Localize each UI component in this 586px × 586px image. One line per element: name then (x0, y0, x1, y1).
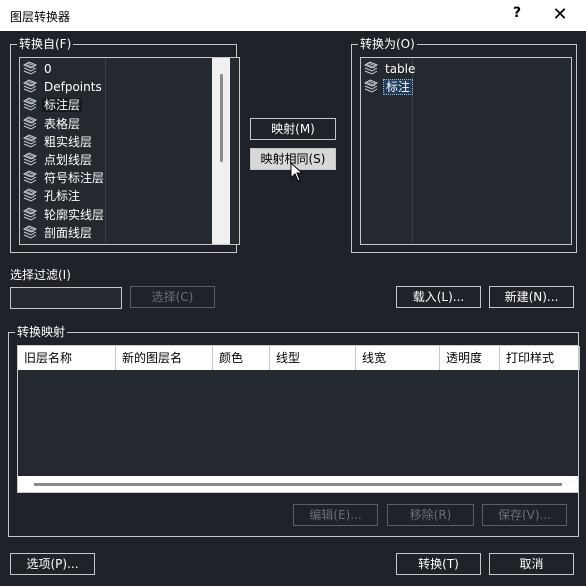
layer-list-item[interactable]: table (363, 60, 417, 78)
layer-stack-icon (22, 61, 38, 75)
layer-list-item[interactable]: 标注 (363, 78, 414, 96)
convert-from-scrollbar[interactable] (212, 58, 230, 244)
layer-name: 孔标注 (44, 189, 81, 204)
title-bar: 图层转换器 ? ✕ (0, 0, 586, 31)
layer-list-item[interactable]: Defpoints (22, 78, 104, 96)
column-header[interactable]: 新的图层名 (116, 346, 213, 370)
layer-list-item[interactable]: 标注层 (22, 96, 83, 114)
layer-list-item[interactable]: 剖面线层 (22, 224, 94, 242)
layer-stack-icon (363, 79, 379, 93)
column-header[interactable]: 打印样式 (500, 346, 580, 370)
layer-name: table (385, 62, 416, 76)
convert-from-group: 转换自(F) 0 Defpoints 标注层表格层粗实线层点划线层符号标注层孔标注轮… (10, 37, 240, 253)
column-header[interactable]: 线宽 (356, 346, 440, 370)
scrollbar-thumb[interactable] (34, 483, 562, 486)
convert-to-list[interactable]: table 标注 (360, 57, 572, 245)
map-button[interactable]: 映射(M) (250, 118, 336, 140)
convert-from-list[interactable]: 0 Defpoints 标注层表格层粗实线层点划线层符号标注层孔标注轮廓实线层剖面线… (19, 57, 240, 245)
layer-list-item[interactable]: 点划线层 (22, 151, 94, 169)
help-icon[interactable]: ? (505, 5, 529, 27)
column-header[interactable]: 透明度 (440, 346, 500, 370)
close-icon[interactable]: ✕ (545, 4, 575, 28)
column-header[interactable]: 旧层名称 (18, 346, 116, 370)
cancel-button[interactable]: 取消 (489, 553, 574, 575)
filter-label: 选择过滤(I) (10, 268, 71, 282)
options-button[interactable]: 选项(P)... (10, 553, 95, 575)
remove-button[interactable]: 移除(R) (387, 504, 474, 526)
convert-to-group: 转换为(O) table 标注 (351, 37, 577, 253)
select-button[interactable]: 选择(C) (130, 286, 215, 308)
column-header[interactable]: 线型 (270, 346, 356, 370)
layer-name: 表格层 (44, 116, 81, 131)
layer-name: 剖面线层 (44, 225, 93, 240)
layer-stack-icon (22, 97, 38, 111)
scrollbar-thumb[interactable] (220, 74, 223, 162)
new-button[interactable]: 新建(N)... (489, 286, 574, 308)
save-button[interactable]: 保存(V)... (482, 504, 567, 526)
layer-list-item[interactable]: 表格层 (22, 115, 82, 133)
mapping-horizontal-scrollbar[interactable] (18, 476, 578, 492)
layer-stack-icon (363, 61, 379, 75)
layer-name: 标注层 (42, 98, 83, 113)
layer-stack-icon (22, 116, 38, 130)
layer-name: 符号标注层 (44, 171, 105, 186)
filter-input[interactable] (10, 287, 122, 309)
layer-stack-icon (22, 188, 38, 202)
layer-name: 轮廓实线层 (44, 207, 105, 222)
window-title: 图层转换器 (10, 10, 71, 24)
load-button[interactable]: 载入(L)... (396, 286, 481, 308)
layer-stack-icon (22, 170, 38, 184)
layer-name: 点划线层 (44, 153, 93, 167)
convert-to-label: 转换为(O) (358, 37, 417, 51)
layer-stack-icon (22, 152, 38, 166)
layer-name: 粗实线层 (44, 134, 93, 149)
mapping-table-header: 旧层名称 新的图层名 颜色 线型 线宽 透明度 打印样式 (18, 346, 580, 370)
layer-list-item[interactable]: 符号标注层 (22, 169, 106, 187)
layer-list-item[interactable]: 0 (22, 60, 54, 78)
convert-from-label: 转换自(F) (17, 37, 74, 51)
layer-name: 标注 (383, 79, 414, 96)
mapping-table[interactable]: 旧层名称 新的图层名 颜色 线型 线宽 透明度 打印样式 (17, 345, 580, 493)
layer-name: Defpoints (44, 80, 102, 95)
conversion-mapping-label: 转换映射 (15, 325, 68, 339)
layer-name: 0 (44, 62, 52, 76)
layer-stack-icon (22, 225, 38, 239)
mouse-pointer-icon (290, 162, 304, 182)
layer-list-item[interactable]: 粗实线层 (22, 133, 94, 151)
column-header[interactable]: 颜色 (213, 346, 270, 370)
layer-list-item[interactable]: 轮廓实线层 (22, 206, 106, 224)
layer-stack-icon (22, 134, 38, 148)
layer-list-item[interactable]: 孔标注 (22, 187, 82, 205)
layer-stack-icon (22, 207, 38, 221)
edit-button[interactable]: 编辑(E)... (293, 504, 378, 526)
layer-stack-icon (22, 79, 38, 93)
convert-button[interactable]: 转换(T) (396, 553, 481, 575)
